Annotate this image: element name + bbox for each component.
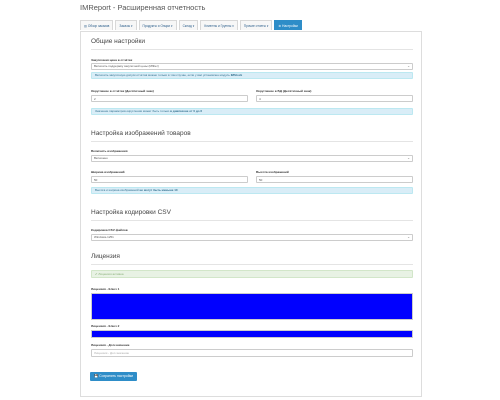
rounding-info-alert: Значение параметров округления может быт… xyxy=(91,108,413,115)
rounding-db-input[interactable] xyxy=(256,95,413,102)
caret-down-icon: ▾ xyxy=(192,24,195,28)
divider xyxy=(91,141,413,142)
license-key2-label: Лицензия - Ключ 2 xyxy=(91,324,120,328)
image-size-info-alert: Высота и ширина изображений не могут быт… xyxy=(91,187,413,194)
caret-down-icon: ▾ xyxy=(171,24,173,28)
general-settings-title: Общие настройки xyxy=(91,38,145,45)
purchase-info-alert: Включить закупочную допуск отчётов можно… xyxy=(91,72,413,79)
images-settings-title: Настройка изображений товаров xyxy=(91,130,191,137)
divider xyxy=(91,220,413,221)
image-width-label: Ширина изображений xyxy=(91,170,125,174)
caret-down-icon: ▾ xyxy=(266,24,269,28)
divider xyxy=(91,49,413,50)
csv-settings-title: Настройка кодировки CSV xyxy=(91,209,171,216)
caret-down-icon: ▾ xyxy=(232,24,234,28)
image-height-input[interactable] xyxy=(256,176,413,183)
license-key1-label: Лицензия - Ключ 1 xyxy=(91,287,120,291)
rounding-report-input[interactable] xyxy=(91,95,248,102)
nav-tabs: ▥ Обзор заказов Заказы▾ Продукты и Опции… xyxy=(80,20,302,30)
chevron-down-icon: ⌄ xyxy=(407,235,410,239)
rounding-report-label: Округление в отчётах (Десятичный знак) xyxy=(91,89,154,93)
license-key2-field[interactable] xyxy=(91,330,413,338)
tab-other-reports[interactable]: Прочие отчеты▾ xyxy=(239,20,273,30)
purchase-price-label: Закупочная цена в отчётах xyxy=(91,58,133,62)
tab-settings[interactable]: ⚙ Настройки xyxy=(274,20,302,30)
csv-encoding-select[interactable]: Windows-1251 ⌄ xyxy=(91,234,413,241)
settings-panel: Общие настройки Закупочная цена в отчёта… xyxy=(80,31,422,397)
chevron-down-icon: ⌄ xyxy=(407,64,410,68)
chevron-down-icon: ⌄ xyxy=(407,156,410,160)
license-extra-label: Лицензия - Доп.значение xyxy=(91,343,130,347)
csv-encoding-label: Кодировка CSV файлов xyxy=(91,228,128,232)
license-extra-input[interactable] xyxy=(91,349,413,357)
divider xyxy=(91,264,413,265)
save-settings-button[interactable]: 💾 Сохранить настройки xyxy=(90,372,138,381)
tab-products-options[interactable]: Продукты и Опции▾ xyxy=(138,20,177,30)
rounding-db-label: Округление в БД (Десятичный знак) xyxy=(256,89,312,93)
image-height-label: Высота изображений xyxy=(256,170,289,174)
purchase-price-select[interactable]: Включить поддержку закупочной цены (Mfil… xyxy=(91,63,413,70)
tab-customers-groups[interactable]: Клиенты и Группы▾ xyxy=(200,20,238,30)
purchase-price-value: Включить поддержку закупочной цены (Mfil… xyxy=(94,64,159,68)
csv-encoding-value: Windows-1251 xyxy=(94,235,114,239)
enable-images-label: Включить изображения xyxy=(91,149,128,153)
caret-down-icon: ▾ xyxy=(130,24,133,28)
enable-images-select[interactable]: Включено ⌄ xyxy=(91,155,413,162)
license-title: Лицензия xyxy=(91,253,120,260)
app-title: IMReport - Расширенная отчетность xyxy=(80,3,206,12)
tab-order-overview[interactable]: ▥ Обзор заказов xyxy=(80,20,114,30)
tab-orders[interactable]: Заказы▾ xyxy=(115,20,137,30)
license-status-alert: ✔ Лицензия активна xyxy=(91,270,413,278)
license-key1-field[interactable] xyxy=(91,293,413,320)
tab-stock[interactable]: Склад▾ xyxy=(178,20,199,30)
enable-images-value: Включено xyxy=(94,156,108,160)
image-width-input[interactable] xyxy=(91,176,248,183)
